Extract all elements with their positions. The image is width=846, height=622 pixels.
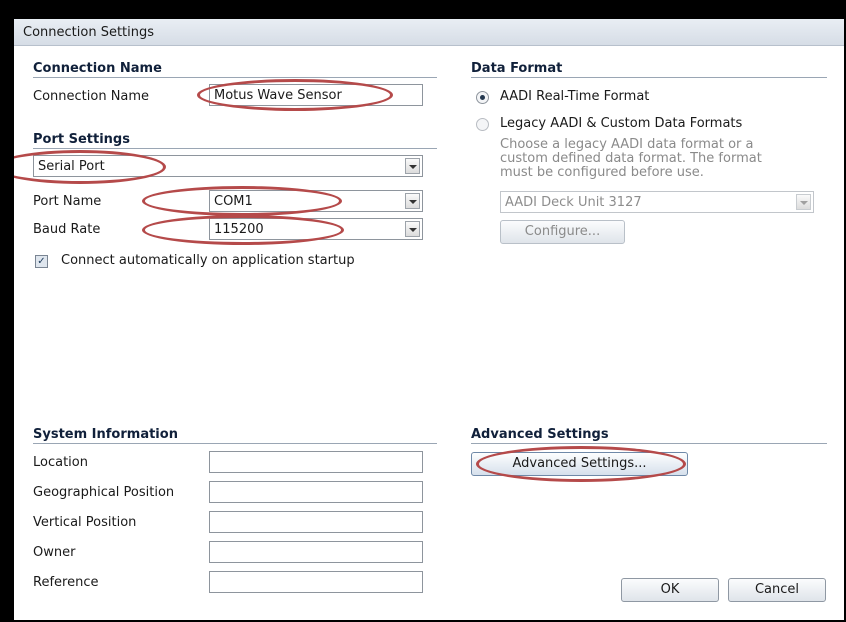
data-format-section-title: Data Format [471, 61, 563, 76]
connection-name-divider [33, 77, 437, 78]
ok-button-label: OK [660, 582, 680, 597]
connection-name-label: Connection Name [33, 89, 150, 104]
advanced-settings-button[interactable]: Advanced Settings... [471, 452, 688, 476]
description-line: custom defined data format. The format [500, 151, 762, 166]
configure-button[interactable]: Configure... [500, 220, 625, 244]
legacy-format-description: Choose a legacy AADI data format or a cu… [500, 138, 762, 180]
port-settings-divider [33, 148, 437, 149]
baud-rate-value: 115200 [214, 222, 264, 237]
port-name-label: Port Name [33, 194, 102, 209]
auto-connect-label: Connect automatically on application sta… [61, 253, 355, 268]
reference-input[interactable] [209, 571, 423, 593]
legacy-device-value: AADI Deck Unit 3127 [505, 195, 642, 210]
connection-name-section-title: Connection Name [33, 61, 162, 76]
reference-label: Reference [33, 575, 99, 590]
owner-label: Owner [33, 545, 76, 560]
port-name-value: COM1 [214, 194, 253, 209]
port-type-value: Serial Port [38, 159, 105, 174]
title-bar: Connection Settings [14, 19, 844, 46]
vertical-position-label: Vertical Position [33, 515, 137, 530]
port-name-select[interactable]: COM1 [209, 190, 423, 212]
system-information-section-title: System Information [33, 427, 178, 442]
chevron-down-icon[interactable] [796, 194, 811, 210]
cancel-button[interactable]: Cancel [728, 578, 826, 602]
chevron-down-icon[interactable] [405, 221, 420, 237]
owner-input[interactable] [209, 541, 423, 563]
connection-settings-dialog: Connection Settings Connection Name Conn… [14, 19, 844, 620]
window-title: Connection Settings [23, 25, 155, 40]
cancel-button-label: Cancel [754, 582, 800, 597]
location-input[interactable] [209, 451, 423, 473]
advanced-settings-section-title: Advanced Settings [471, 427, 609, 442]
port-type-select[interactable]: Serial Port [33, 155, 423, 177]
radio-unselected-icon[interactable] [476, 118, 489, 131]
chevron-down-icon[interactable] [405, 158, 420, 174]
geographical-position-input[interactable] [209, 481, 423, 503]
port-settings-section-title: Port Settings [33, 132, 130, 147]
advanced-settings-divider [471, 443, 827, 444]
geographical-position-label: Geographical Position [33, 485, 175, 500]
ok-button[interactable]: OK [621, 578, 719, 602]
connection-name-input[interactable]: Motus Wave Sensor [209, 84, 423, 106]
description-line: must be configured before use. [500, 165, 704, 180]
baud-rate-select[interactable]: 115200 [209, 218, 423, 240]
data-format-divider [471, 77, 827, 78]
connection-name-value: Motus Wave Sensor [214, 88, 342, 103]
advanced-settings-button-label: Advanced Settings... [512, 456, 647, 471]
radio-selected-icon[interactable] [476, 91, 489, 104]
legacy-device-select[interactable]: AADI Deck Unit 3127 [500, 191, 814, 213]
baud-rate-label: Baud Rate [33, 222, 101, 237]
description-line: Choose a legacy AADI data format or a [500, 137, 754, 152]
location-label: Location [33, 455, 88, 470]
system-information-divider [33, 443, 437, 444]
auto-connect-checkbox[interactable]: ✓ [35, 255, 48, 268]
chevron-down-icon[interactable] [405, 193, 420, 209]
vertical-position-input[interactable] [209, 511, 423, 533]
realtime-format-label: AADI Real-Time Format [500, 89, 650, 104]
configure-button-label: Configure... [524, 224, 601, 239]
legacy-format-label: Legacy AADI & Custom Data Formats [500, 116, 743, 131]
